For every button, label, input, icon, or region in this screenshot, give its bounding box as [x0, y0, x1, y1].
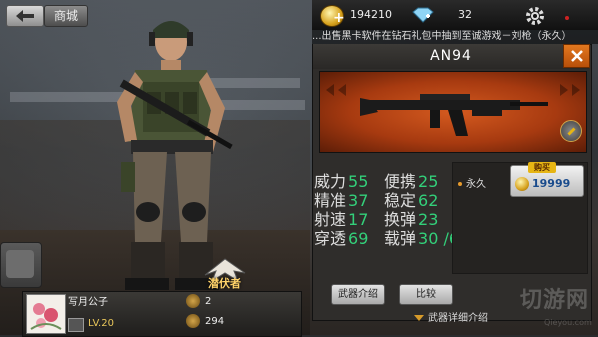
avatar-flowers-icon — [30, 303, 62, 330]
rank-badge-icon — [560, 120, 582, 142]
gear-icon[interactable] — [524, 5, 546, 27]
side-slot-icon — [6, 250, 34, 278]
weapon-name: AN94 — [313, 44, 589, 69]
diamond-icon — [412, 7, 434, 23]
duration-option[interactable]: 永久 — [458, 175, 486, 190]
weapon-preview — [319, 71, 587, 153]
rank-chevron-icon — [567, 127, 576, 136]
honor-medal-count: 294 — [205, 316, 225, 327]
compare-button[interactable]: 比较 — [399, 284, 453, 305]
gem-balance: 32 — [458, 8, 472, 21]
player-name: 写月公子 — [68, 297, 108, 308]
price-value: 19999 — [532, 177, 571, 190]
player-level: LV.20 — [88, 318, 114, 329]
an94-rifle-icon — [360, 94, 548, 136]
soldier-character — [117, 21, 233, 290]
rank-medal-icon — [186, 294, 200, 308]
coin-balance: 194210 — [350, 8, 392, 21]
close-icon — [570, 50, 583, 62]
avatar[interactable] — [26, 294, 66, 334]
mail-icon[interactable] — [68, 318, 84, 332]
tab-shop[interactable]: 商城 — [44, 5, 88, 27]
chevrons-left-icon — [326, 84, 346, 96]
news-ticker: ...出售黑卡软件在钻石礼包中抽到至诚游戏－刘枪（永久） — [312, 30, 598, 44]
notification-dot — [565, 16, 569, 20]
duration-label: 永久 — [466, 179, 486, 190]
ticker-text: ...出售黑卡软件在钻石礼包中抽到至诚游戏－刘枪（永久） — [312, 31, 572, 42]
watermark-url: Qieyou.com — [544, 318, 592, 327]
back-button[interactable] — [6, 5, 44, 27]
add-coins-button[interactable]: + — [333, 10, 345, 26]
close-button[interactable] — [563, 44, 590, 68]
price-coin-icon — [515, 177, 529, 191]
honor-medal-icon — [186, 314, 200, 328]
buy-label: 购买 — [528, 162, 556, 173]
faction-label: 潜伏者 — [208, 277, 241, 290]
stat-penetration: 穿透 69 — [314, 229, 369, 248]
watermark-logo: 切游网 — [520, 288, 590, 313]
weapon-intro-button[interactable]: 武器介绍 — [331, 284, 385, 305]
rank-medal-count: 2 — [205, 296, 212, 307]
weapon-detail-link[interactable]: 武器详细介绍 — [414, 309, 488, 324]
arrow-left-icon — [16, 10, 34, 22]
